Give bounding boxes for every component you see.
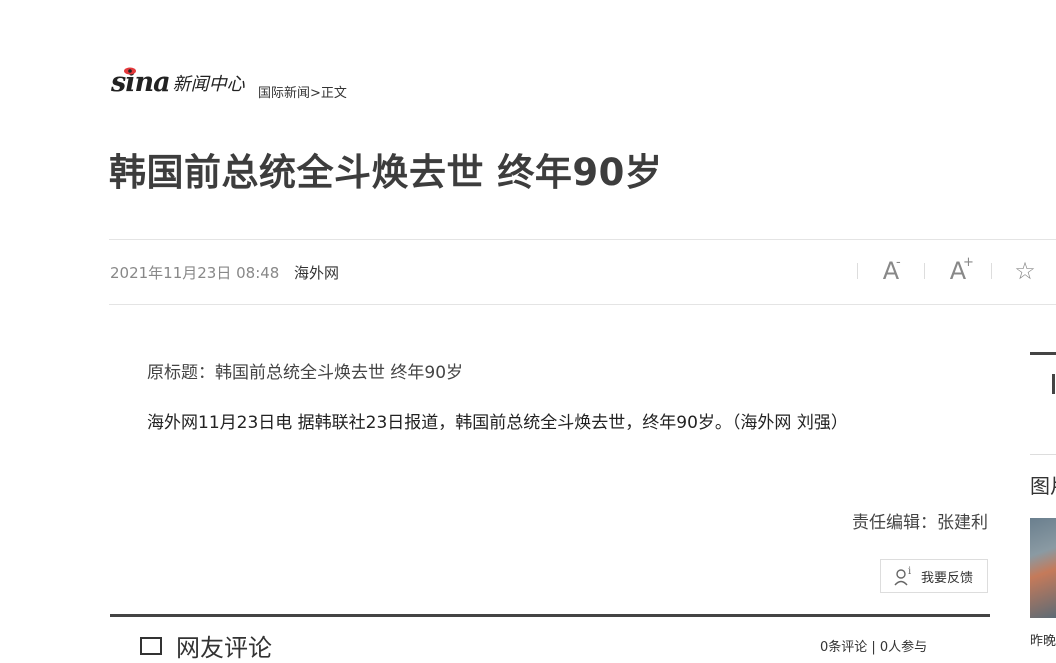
sidebar-marker (1052, 374, 1055, 394)
font-increase-plus: + (963, 255, 974, 270)
divider-top (109, 239, 1056, 240)
user-info-icon: i (894, 566, 911, 586)
comment-icon (140, 636, 162, 655)
feedback-button[interactable]: i 我要反馈 (880, 559, 988, 593)
font-decrease-minus: - (896, 255, 901, 270)
comments-title: 网友评论 (140, 628, 272, 663)
comments-stats[interactable]: 0条评论 | 0人参与 (820, 636, 927, 655)
star-icon: ☆ (1014, 257, 1036, 285)
divider-meta (109, 304, 1056, 305)
logo-sina-text: sina (111, 67, 171, 98)
sidebar-section-label: 图片 (1030, 474, 1056, 498)
sina-eye-icon (124, 67, 136, 75)
sina-logo[interactable]: sina 新闻中心 (111, 67, 245, 98)
font-decrease-button[interactable]: A - (858, 255, 924, 286)
article-title: 韩国前总统全斗焕去世 终年90岁 (109, 151, 663, 194)
svg-text:i: i (908, 566, 911, 577)
feedback-label: 我要反馈 (921, 570, 974, 586)
sidebar-thumbnail[interactable] (1030, 518, 1056, 618)
article-toolbar: A - A + ☆ (857, 255, 1056, 286)
article-source-link[interactable]: 海外网 (294, 262, 339, 283)
font-increase-button[interactable]: A + (925, 255, 991, 286)
article-editor: 责任编辑：张建利 (852, 513, 988, 533)
sidebar-thumbnail-caption[interactable]: 昨晚 (1030, 630, 1056, 649)
logo-channel-text: 新闻中心 (172, 74, 245, 95)
original-title: 原标题：韩国前总统全斗焕去世 终年90岁 (147, 363, 464, 383)
article-date: 2021年11月23日 08:48 (110, 264, 280, 282)
article-body: 海外网11月23日电 据韩联社23日报道，韩国前总统全斗焕去世，终年90岁。（海… (147, 413, 848, 433)
sidebar-line (1030, 454, 1056, 455)
breadcrumb-separator: > (310, 86, 321, 101)
comments-divider (110, 614, 990, 617)
breadcrumb-section-link[interactable]: 国际新闻 (258, 86, 310, 101)
comments-title-text: 网友评论 (176, 634, 272, 662)
favorite-button[interactable]: ☆ (992, 256, 1056, 286)
sidebar-divider (1030, 352, 1056, 355)
breadcrumb-current: 正文 (320, 86, 347, 101)
breadcrumb: 国际新闻>正文 (258, 82, 347, 101)
